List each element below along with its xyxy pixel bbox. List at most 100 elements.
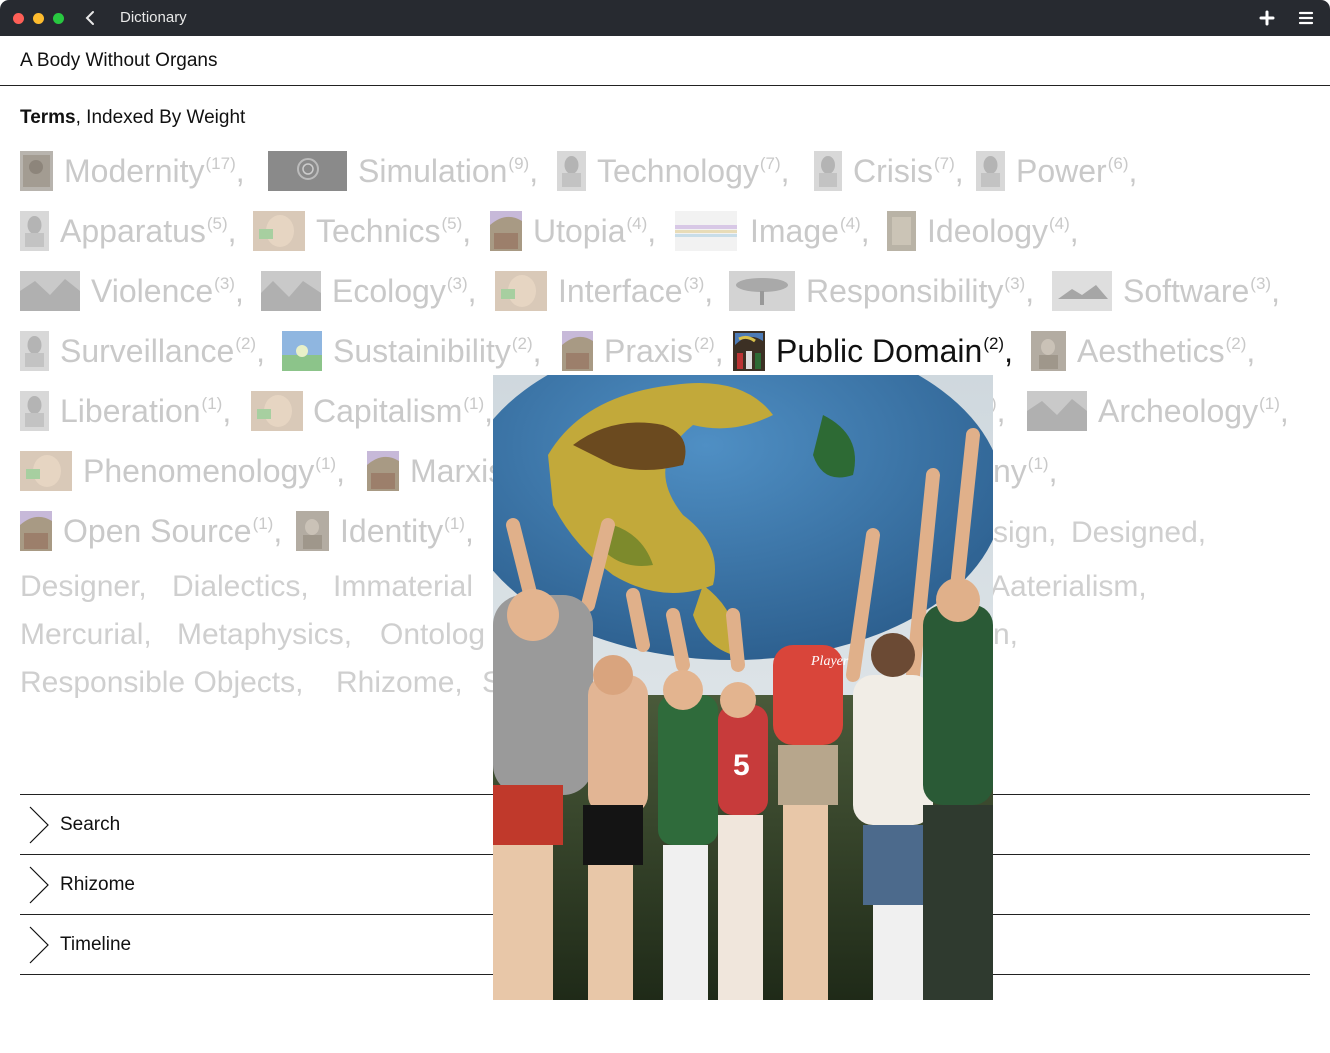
term-metaphysics[interactable]: Metaphysics,: [177, 617, 352, 653]
term-label: ny: [993, 453, 1027, 489]
term-separator: ,: [780, 153, 790, 189]
thumbnail-icon: [1031, 331, 1066, 371]
term-label: Phenomenology: [83, 453, 315, 489]
thumbnail-icon: [20, 511, 52, 551]
term-count: (6): [1107, 154, 1129, 173]
thumbnail-icon: [20, 211, 49, 251]
minimize-window-button[interactable]: [33, 13, 44, 24]
term-label: Ideology: [927, 213, 1048, 249]
term-rhizome[interactable]: Rhizome,: [336, 665, 463, 701]
thumbnail-icon: [20, 331, 49, 371]
thumbnail-icon: [282, 331, 322, 371]
term-count: (2): [693, 334, 715, 353]
term-count: (1): [444, 514, 465, 533]
term-label: Archeology: [1098, 393, 1259, 429]
term-n-partial[interactable]: n,: [993, 617, 1018, 653]
term-label: Surveillance: [60, 333, 235, 369]
thumbnail-icon: [562, 331, 593, 371]
term-separator: ,: [1069, 213, 1079, 249]
term-label: Identity: [340, 513, 444, 549]
term-separator: ,: [704, 273, 714, 309]
term-label: Aesthetics: [1077, 333, 1225, 369]
term-count: (1): [1259, 394, 1280, 413]
thumbnail-icon: [1052, 271, 1112, 311]
thumbnail-icon: [20, 451, 72, 491]
term-count: (4): [839, 214, 861, 233]
term-label: Sustainibility: [333, 333, 511, 369]
zoom-window-button[interactable]: [53, 13, 64, 24]
term-ontology-partial[interactable]: Ontolog: [380, 617, 485, 653]
window-title: Dictionary: [120, 9, 187, 26]
thumbnail-icon: [557, 151, 586, 191]
term-count: (17): [205, 154, 236, 173]
term-separator: ,: [1004, 333, 1013, 369]
term-separator: ,: [647, 213, 657, 249]
term-label: Apparatus: [60, 213, 206, 249]
chevron-right-icon: [26, 805, 52, 845]
term-count: (3): [1004, 274, 1026, 293]
thumbnail-icon: [1027, 391, 1087, 431]
hamburger-menu-icon[interactable]: [1296, 8, 1316, 28]
term-label: Power: [1016, 153, 1107, 189]
term-responsible-objects[interactable]: Responsible Objects,: [20, 665, 303, 701]
term-count: (2): [983, 334, 1005, 353]
plus-icon[interactable]: [1257, 8, 1277, 28]
term-designed[interactable]: Designed,: [1071, 515, 1206, 551]
term-count: (3): [446, 274, 468, 293]
term-count: (5): [441, 214, 463, 233]
thumbnail-icon: [20, 151, 53, 191]
terms-heading-bold: Terms: [20, 107, 76, 128]
term-separator: ,: [996, 393, 1006, 429]
term-separator: ,: [235, 153, 245, 189]
term-label: Praxis: [604, 333, 693, 369]
thumbnail-icon: [976, 151, 1005, 191]
chevron-left-icon[interactable]: [80, 6, 102, 30]
term-count: (5): [206, 214, 228, 233]
term-count: (2): [235, 334, 257, 353]
thumbnail-icon: [814, 151, 842, 191]
term-count: (1): [201, 394, 223, 413]
term-materialism-partial[interactable]: Aaterialism,: [990, 569, 1147, 605]
chevron-right-icon: [26, 865, 52, 905]
term-separator: ,: [714, 333, 724, 369]
term-label: Simulation: [358, 153, 508, 189]
term-separator: ,: [1048, 453, 1058, 489]
term-count: (4): [1048, 214, 1070, 233]
thumbnail-icon: [20, 391, 49, 431]
term-count: (3): [214, 274, 235, 293]
term-dialectics[interactable]: Dialectics,: [172, 569, 309, 605]
thumbnail-icon: [20, 271, 80, 311]
term-count: (4): [626, 214, 648, 233]
terms-heading: Terms, Indexed By Weight: [20, 107, 245, 129]
term-separator: ,: [1271, 273, 1280, 309]
thumbnail-icon: [268, 151, 347, 191]
term-immaterial[interactable]: Immaterial: [333, 569, 473, 605]
term-designer[interactable]: Designer,: [20, 569, 147, 605]
term-design-partial[interactable]: sign,: [993, 515, 1056, 551]
term-separator: ,: [529, 153, 539, 189]
term-separator: ,: [234, 273, 244, 309]
term-mercurial[interactable]: Mercurial,: [20, 617, 152, 653]
term-count: (7): [759, 154, 781, 173]
terms-heading-rest: , Indexed By Weight: [75, 107, 246, 128]
term-label: Interface: [558, 273, 683, 309]
term-count: (3): [683, 274, 705, 293]
thumbnail-icon: [261, 271, 321, 311]
accordion-label: Timeline: [60, 934, 132, 955]
close-window-button[interactable]: [13, 13, 24, 24]
term-separator: ,: [1025, 273, 1035, 309]
term-count: (2): [1225, 334, 1247, 353]
term-label: Capitalism: [313, 393, 463, 429]
term-label: Liberation: [60, 393, 201, 429]
term-count: (3): [1250, 274, 1272, 293]
term-separator: ,: [222, 393, 232, 429]
term-label: Open Source: [63, 513, 252, 549]
svg-text:5: 5: [733, 749, 750, 782]
thumbnail-icon: [253, 211, 305, 251]
term-separator: ,: [860, 213, 870, 249]
term-label: Marxis: [410, 453, 505, 489]
thumbnail-icon: [490, 211, 522, 251]
term-label: Modernity: [64, 153, 205, 189]
term-count: (1): [463, 394, 485, 413]
thumbnail-icon: [495, 271, 547, 311]
